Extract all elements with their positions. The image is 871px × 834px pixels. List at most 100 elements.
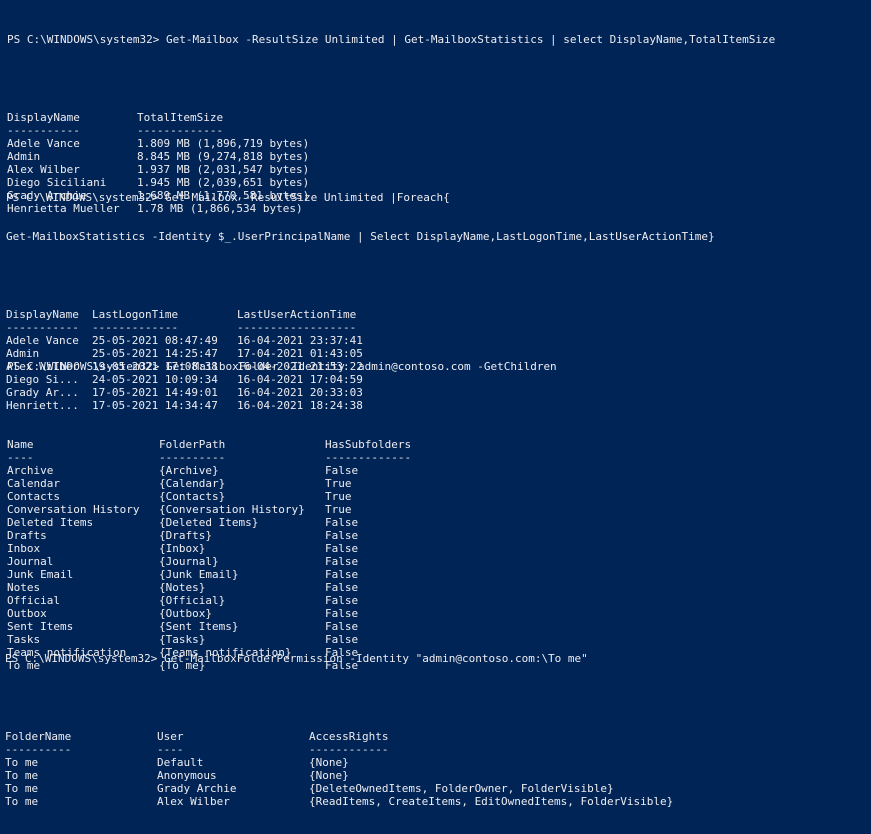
table-cell: False xyxy=(325,529,359,542)
table-cell: Calendar xyxy=(7,477,60,490)
table-cell: False xyxy=(325,516,359,529)
header-underline: ----------- ------------- ----------------… xyxy=(6,321,715,334)
table-cell: Notes xyxy=(7,581,41,594)
table-cell: Anonymous xyxy=(157,769,217,782)
table-cell: Alex Wilber xyxy=(157,795,230,808)
table-cell: Inbox xyxy=(7,542,41,555)
table-header: DisplayName TotalItemSize xyxy=(7,111,775,124)
table-cell: Archive xyxy=(7,464,54,477)
prompt: PS C:\WINDOWS\system32> xyxy=(7,33,166,46)
output-table-folder-permissions: FolderName User AccessRights ---------- ----… xyxy=(5,730,729,808)
table-cell: {Calendar} xyxy=(159,477,226,490)
table-cell: False xyxy=(325,542,359,555)
underline: ------------- xyxy=(325,451,412,464)
table-row: Calendar {Calendar} True xyxy=(7,477,557,490)
table-cell: {Journal} xyxy=(159,555,219,568)
underline: ---------- xyxy=(159,451,226,464)
table-row: Official {Official} False xyxy=(7,594,557,607)
table-cell: Admin xyxy=(7,150,41,163)
column-header: DisplayName xyxy=(6,308,79,321)
header-underline: ---- ---------- ------------- xyxy=(7,451,557,464)
column-header: TotalItemSize xyxy=(137,111,224,124)
table-row: Conversation History {Conversation Histor… xyxy=(7,503,557,516)
table-cell: False xyxy=(325,594,359,607)
command-continuation: Get-MailboxStatistics -Identity $_.UserP… xyxy=(6,230,715,243)
table-row: Notes {Notes} False xyxy=(7,581,557,594)
table-cell: 1.809 MB (1,896,719 bytes) xyxy=(137,137,310,150)
table-cell: Deleted Items xyxy=(7,516,94,529)
command-text: Get-Mailbox -ResultSize Unlimited | Get-… xyxy=(165,33,776,46)
table-row: Archive {Archive} False xyxy=(7,464,557,477)
table-cell: {Deleted Items} xyxy=(159,516,259,529)
table-cell: 8.845 MB (9,274,818 bytes) xyxy=(137,150,310,163)
table-row: Outbox {Outbox} False xyxy=(7,607,557,620)
table-cell: {None} xyxy=(309,756,349,769)
table-row: Admin 8.845 MB (9,274,818 bytes) xyxy=(7,150,775,163)
table-cell: {Drafts} xyxy=(159,529,212,542)
underline: ------------------ xyxy=(237,321,357,334)
table-header: DisplayName LastLogonTime LastUserActionTi… xyxy=(6,308,715,321)
table-cell: Conversation History xyxy=(7,503,140,516)
column-header: FolderName xyxy=(5,730,72,743)
table-row: Journal {Journal} False xyxy=(7,555,557,568)
table-cell: Contacts xyxy=(7,490,60,503)
table-cell: {Notes} xyxy=(159,581,206,594)
table-cell: {DeleteOwnedItems, FolderOwner, FolderVi… xyxy=(309,782,614,795)
table-cell: True xyxy=(325,503,352,516)
table-row: Adele Vance 1.809 MB (1,896,719 bytes) xyxy=(7,137,775,150)
table-row: Drafts {Drafts} False xyxy=(7,529,557,542)
command-line: PS C:\WINDOWS\system32> Get-Mailbox -Res… xyxy=(6,191,715,204)
table-cell: {ReadItems, CreateItems, EditOwnedItems,… xyxy=(309,795,674,808)
table-cell: To me xyxy=(5,756,39,769)
table-cell: False xyxy=(325,464,359,477)
column-header: DisplayName xyxy=(7,111,80,124)
underline: ---- xyxy=(7,451,34,464)
table-row: Junk Email {Junk Email} False xyxy=(7,568,557,581)
column-header: LastUserActionTime xyxy=(237,308,357,321)
table-cell: Journal xyxy=(7,555,54,568)
table-cell: Grady Archie xyxy=(157,782,237,795)
table-row: To me Default {None} xyxy=(5,756,729,769)
command-text: Get-MailboxFolderPermission -Identity "a… xyxy=(163,652,588,665)
table-cell: {Official} xyxy=(159,594,226,607)
header-underline: ----------- ------------- xyxy=(7,124,775,137)
table-header: Name FolderPath HasSubfolders xyxy=(7,438,557,451)
underline: ------------- xyxy=(137,124,224,137)
table-row: To me Anonymous {None} xyxy=(5,769,729,782)
table-cell: Outbox xyxy=(7,607,47,620)
table-cell: {Junk Email} xyxy=(159,568,239,581)
column-header: LastLogonTime xyxy=(92,308,179,321)
table-cell: False xyxy=(325,581,359,594)
prompt: PS C:\WINDOWS\system32> xyxy=(6,191,165,204)
table-cell: Drafts xyxy=(7,529,47,542)
table-row: To me Alex Wilber {ReadItems, CreateItems,… xyxy=(5,795,729,808)
table-cell: To me xyxy=(5,782,39,795)
table-cell: {None} xyxy=(309,769,349,782)
underline: ----------- xyxy=(6,321,79,334)
table-cell: {Contacts} xyxy=(159,490,226,503)
powershell-console[interactable]: PS C:\WINDOWS\system32> Get-Mailbox -Res… xyxy=(0,0,871,808)
underline: ----------- xyxy=(7,124,80,137)
column-header: FolderPath xyxy=(159,438,226,451)
table-cell: Adele Vance xyxy=(7,137,80,150)
table-row: Contacts {Contacts} True xyxy=(7,490,557,503)
table-cell: Official xyxy=(7,594,60,607)
command-text: Get-MailboxFolder -Identity admin@contos… xyxy=(165,360,557,373)
command-text: Get-Mailbox -ResultSize Unlimited |Forea… xyxy=(164,191,450,204)
table-row: Deleted Items {Deleted Items} False xyxy=(7,516,557,529)
table-row: To me Grady Archie {DeleteOwnedItems, Fold… xyxy=(5,782,729,795)
command-line: PS C:\WINDOWS\system32> Get-MailboxFolde… xyxy=(5,652,729,665)
prompt: PS C:\WINDOWS\system32> xyxy=(7,360,166,373)
table-cell: {Archive} xyxy=(159,464,219,477)
table-cell: False xyxy=(325,568,359,581)
table-cell: False xyxy=(325,555,359,568)
table-cell: Junk Email xyxy=(7,568,74,581)
table-row: Inbox {Inbox} False xyxy=(7,542,557,555)
command-line: PS C:\WINDOWS\system32> Get-Mailbox -Res… xyxy=(7,33,775,46)
table-cell: False xyxy=(325,607,359,620)
column-header: Name xyxy=(7,438,34,451)
column-header: HasSubfolders xyxy=(325,438,412,451)
section-folder-permissions: PS C:\WINDOWS\system32> Get-MailboxFolde… xyxy=(5,626,729,834)
prompt: PS C:\WINDOWS\system32> xyxy=(5,652,164,665)
table-cell: To me xyxy=(5,769,39,782)
